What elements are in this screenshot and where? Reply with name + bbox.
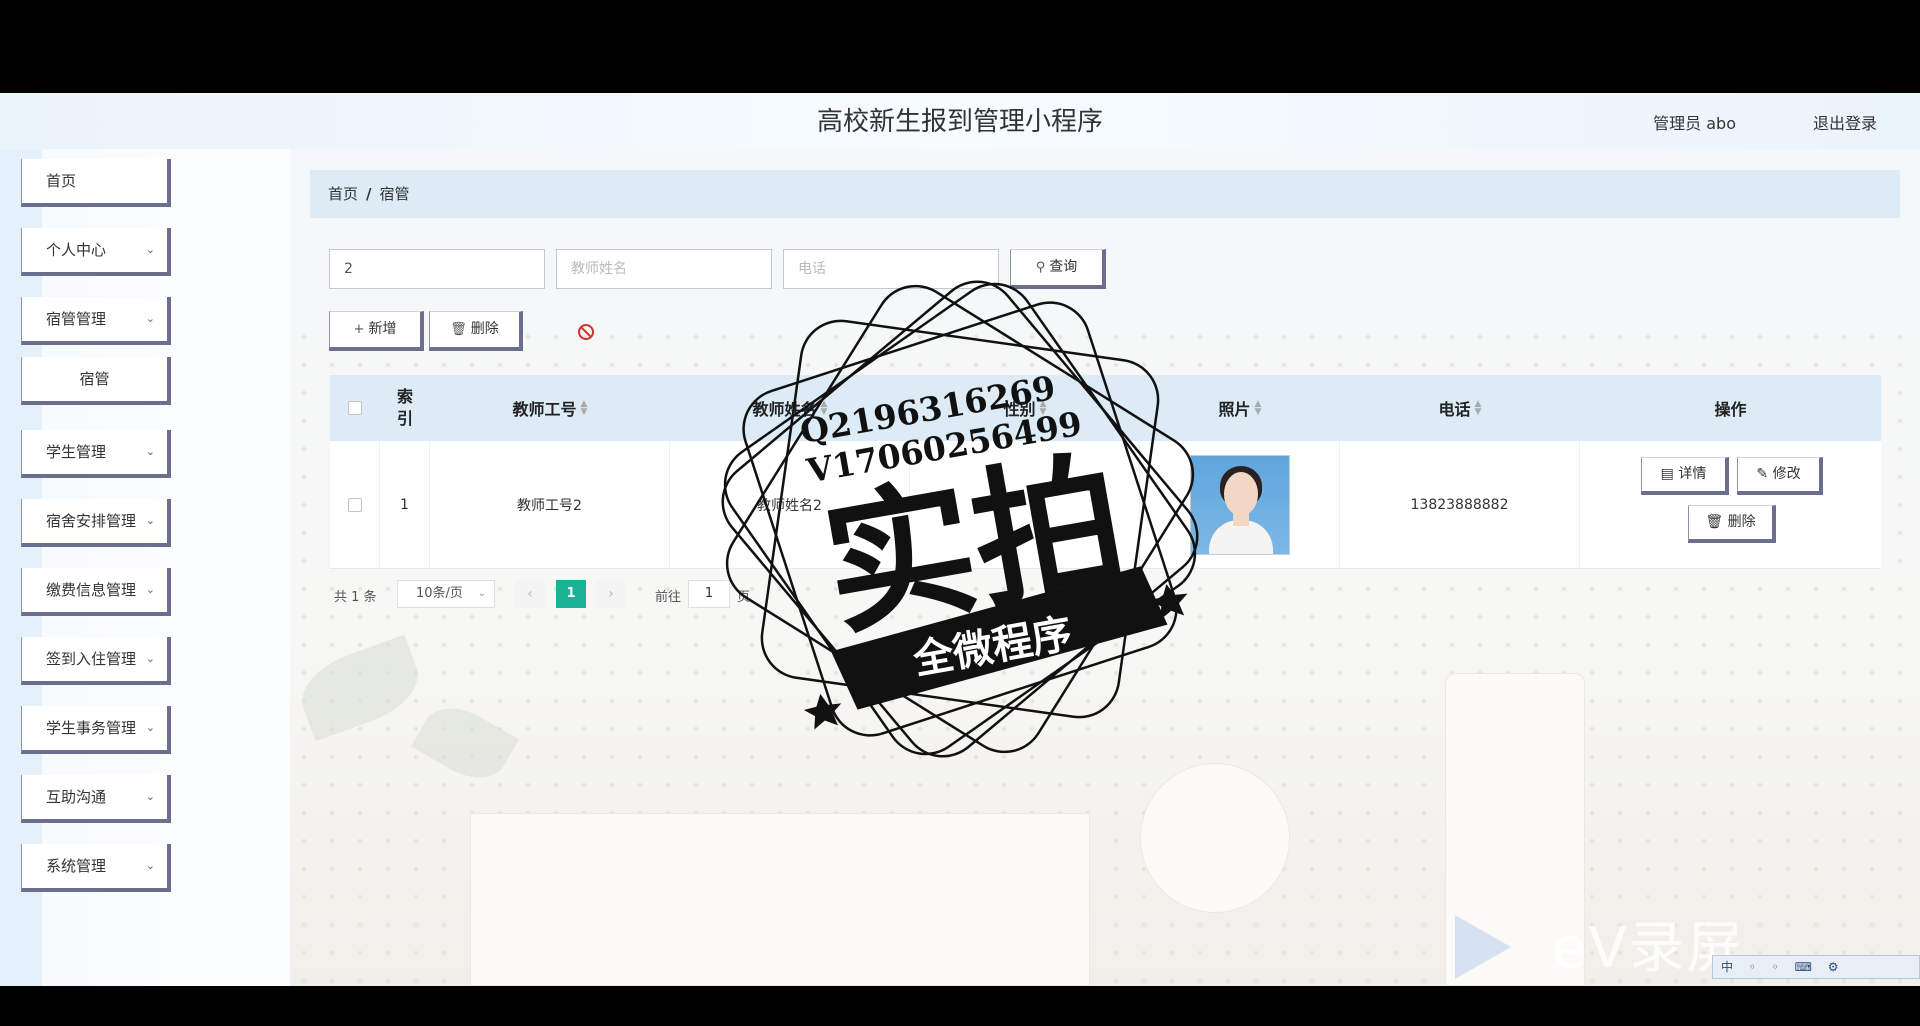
chevron-down-icon: ⌄ xyxy=(145,514,155,527)
row-teacher-id: 教师工号2 xyxy=(430,441,670,568)
batch-delete-button[interactable]: 🗑 删除 xyxy=(429,311,523,351)
stamp-overlay: Q2196316269 V17060256499 实拍 全微程序 xyxy=(721,280,1199,758)
row-delete-button[interactable]: 🗑 删除 xyxy=(1688,505,1776,543)
star-icon xyxy=(803,693,842,730)
next-page-button[interactable]: › xyxy=(596,580,626,608)
header-actions-label: 操作 xyxy=(1714,400,1747,419)
add-button[interactable]: + 新增 xyxy=(329,311,424,351)
document-icon: ▤ xyxy=(1660,466,1674,482)
page-size-select[interactable]: 10条/页 ⌄ xyxy=(397,580,495,608)
batch-delete-button-label: 删除 xyxy=(470,321,499,337)
app-screen: 高校新生报到管理小程序 管理员 abo 退出登录 首页 个人中心 ⌄ 宿管管理 … xyxy=(0,93,1920,986)
trash-icon: 🗑 xyxy=(1705,514,1724,530)
chevron-down-icon: ⌄ xyxy=(145,243,155,256)
sidebar-item-label: 宿管 xyxy=(79,370,110,388)
sidebar-item-dorm-arrangement[interactable]: 宿舍安排管理 ⌄ xyxy=(21,499,171,547)
sort-icon[interactable]: ▲ ▼ xyxy=(1255,400,1262,417)
row-delete-button-label: 删除 xyxy=(1727,514,1756,530)
goto-label: 前往 xyxy=(655,590,682,605)
sidebar-item-payment-info[interactable]: 缴费信息管理 ⌄ xyxy=(21,568,171,616)
background-cup xyxy=(1140,763,1290,913)
chevron-down-icon: ⌄ xyxy=(145,445,155,458)
header-select-all[interactable] xyxy=(330,375,380,441)
sidebar-item-label: 互助沟通 xyxy=(46,788,107,806)
sidebar-item-label: 签到入住管理 xyxy=(46,650,137,668)
pagination-total: 共 1 条 xyxy=(334,590,377,605)
header-phone[interactable]: 电话 ▲ ▼ xyxy=(1340,375,1580,441)
header-photo-label: 照片 xyxy=(1218,400,1251,419)
chevron-down-icon: ⌄ xyxy=(145,859,155,872)
header-index-label: 索引 xyxy=(396,387,413,428)
sidebar-item-dorm-manager-mgmt[interactable]: 宿管管理 ⌄ xyxy=(21,297,171,345)
background-box xyxy=(470,813,1090,986)
chevron-down-icon: ⌄ xyxy=(145,583,155,596)
header-phone-label: 电话 xyxy=(1438,400,1471,419)
query-button-label: 查询 xyxy=(1049,259,1078,275)
sidebar-item-label: 首页 xyxy=(46,172,77,190)
detail-button-label: 详情 xyxy=(1678,466,1707,482)
row-actions-cell: ▤ 详情 ✎ 修改 🗑 删除 xyxy=(1580,441,1881,568)
photo-face xyxy=(1223,471,1258,516)
row-select-cell[interactable] xyxy=(330,441,380,568)
sidebar-item-system[interactable]: 系统管理 ⌄ xyxy=(21,844,171,892)
prev-page-button[interactable]: ‹ xyxy=(515,580,545,608)
page-size-value: 10条/页 xyxy=(416,586,463,601)
select-all-checkbox[interactable] xyxy=(348,401,362,415)
sidebar-item-home[interactable]: 首页 xyxy=(21,159,171,207)
edit-button-label: 修改 xyxy=(1772,466,1801,482)
sidebar-item-label: 宿舍安排管理 xyxy=(46,512,137,530)
teacher-id-search-input[interactable]: 2 xyxy=(329,249,545,289)
top-header: 高校新生报到管理小程序 管理员 abo 退出登录 xyxy=(0,93,1920,149)
sidebar: 首页 个人中心 ⌄ 宿管管理 ⌄ 宿管 学生管理 ⌄ 宿舍安排管理 ⌄ 缴费信息… xyxy=(0,149,290,986)
current-user-label: 管理员 abo xyxy=(1653,114,1736,133)
row-phone: 13823888882 xyxy=(1340,441,1580,568)
logout-link[interactable]: 退出登录 xyxy=(1813,110,1877,134)
sidebar-item-checkin[interactable]: 签到入住管理 ⌄ xyxy=(21,637,171,685)
chevron-down-icon: ⌄ xyxy=(145,721,155,734)
sidebar-item-student-mgmt[interactable]: 学生管理 ⌄ xyxy=(21,430,171,478)
chevron-down-icon: ⌄ xyxy=(145,652,155,665)
chevron-down-icon: ⌄ xyxy=(477,588,486,599)
sidebar-item-label: 个人中心 xyxy=(46,241,107,259)
sort-icon[interactable]: ▲ ▼ xyxy=(1475,400,1482,417)
forbidden-cursor-icon xyxy=(578,324,594,340)
header-actions: 操作 xyxy=(1580,375,1881,441)
pencil-icon: ✎ xyxy=(1756,466,1769,482)
sidebar-subitem-dorm-manager[interactable]: 宿管 xyxy=(21,357,171,405)
row-index: 1 xyxy=(380,441,430,568)
breadcrumb: 首页 / 宿管 xyxy=(310,170,1900,218)
search-icon: ⚲ xyxy=(1035,260,1046,275)
sidebar-item-label: 宿管管理 xyxy=(46,310,107,328)
add-button-label: 新增 xyxy=(368,321,397,337)
chevron-down-icon: ⌄ xyxy=(145,312,155,325)
sidebar-item-student-affairs[interactable]: 学生事务管理 ⌄ xyxy=(21,706,171,754)
chevron-down-icon: ⌄ xyxy=(145,790,155,803)
plus-icon: + xyxy=(353,322,365,337)
sort-icon[interactable]: ▲ ▼ xyxy=(581,400,588,417)
breadcrumb-home[interactable]: 首页 xyxy=(328,185,358,203)
breadcrumb-current: 宿管 xyxy=(379,185,410,203)
header-index: 索引 xyxy=(380,375,430,441)
sidebar-item-label: 系统管理 xyxy=(46,857,107,875)
ime-toolbar[interactable]: 中 ◦ ◦ ⌨ ⚙ xyxy=(1712,955,1920,979)
detail-button[interactable]: ▤ 详情 xyxy=(1641,457,1729,495)
sidebar-item-label: 缴费信息管理 xyxy=(46,581,137,599)
sidebar-item-personal-center[interactable]: 个人中心 ⌄ xyxy=(21,228,171,276)
header-teacher-id[interactable]: 教师工号 ▲ ▼ xyxy=(430,375,670,441)
row-checkbox[interactable] xyxy=(347,497,362,512)
app-title: 高校新生报到管理小程序 xyxy=(816,107,1103,137)
recorder-logo-icon xyxy=(1455,915,1511,979)
trash-icon: 🗑 xyxy=(450,322,467,337)
sidebar-item-mutual-help[interactable]: 互助沟通 ⌄ xyxy=(21,775,171,823)
edit-button[interactable]: ✎ 修改 xyxy=(1737,457,1823,495)
header-teacher-id-label: 教师工号 xyxy=(512,400,577,419)
breadcrumb-separator: / xyxy=(366,185,372,203)
sidebar-item-label: 学生管理 xyxy=(46,443,107,461)
current-page-button[interactable]: 1 xyxy=(556,580,586,608)
sidebar-item-label: 学生事务管理 xyxy=(46,719,137,737)
